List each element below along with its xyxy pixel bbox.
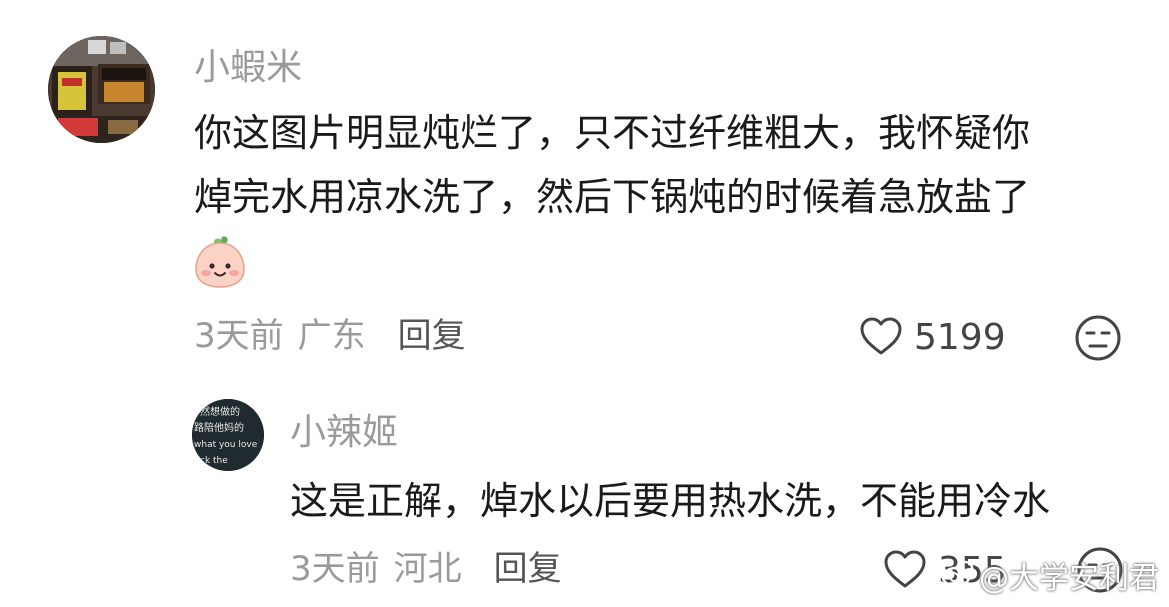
comment-line: 你这图片明显炖烂了，只不过纤维粗大，我怀疑你 (194, 111, 1031, 155)
comment-meta: 3天前 广东 回复 (194, 316, 466, 356)
heart-outline-icon (882, 548, 928, 594)
heart-outline-icon (858, 315, 904, 361)
author-name[interactable]: 小蝦米 (194, 48, 302, 88)
reply-button[interactable]: 回复 (494, 549, 562, 589)
reply-body: 这是正解，焯水以后要用热水洗，不能用冷水 (290, 479, 1051, 523)
avatar-photo (48, 36, 155, 143)
comment-line: 焯完水用凉水洗了，然后下锅炖的时候着急放盐了 (194, 175, 1031, 219)
comment-body: 你这图片明显炖烂了，只不过纤维粗大，我怀疑你 焯完水用凉水洗了，然后下锅炖的时候… (194, 101, 1134, 229)
avatar-photo: 然想做的 路陪他妈的 what you love ck the (192, 399, 264, 471)
comment-location: 广东 (297, 316, 366, 356)
like-count: 5199 (914, 317, 1006, 358)
reply-location: 河北 (393, 549, 462, 589)
avatar[interactable]: 然想做的 路陪他妈的 what you love ck the (192, 399, 264, 471)
reply-meta: 3天前 河北 回复 (290, 549, 562, 589)
author-name[interactable]: 小辣姬 (290, 413, 398, 453)
avatar-text: ck the (200, 456, 228, 466)
reply-button[interactable]: 回复 (398, 316, 466, 356)
meh-face-icon[interactable] (1074, 314, 1122, 366)
avatar-text: 然想做的 (200, 405, 240, 418)
avatar-text: 路陪他妈的 (194, 421, 244, 434)
avatar-text: what you love (194, 440, 258, 450)
watermark: @大学安利君 (941, 558, 1159, 599)
comment-time: 3天前 (194, 316, 284, 356)
weibo-logo-icon (941, 558, 975, 599)
like-button[interactable]: 5199 (858, 315, 1006, 361)
avatar[interactable] (48, 36, 155, 143)
watermark-text: @大学安利君 (979, 560, 1159, 596)
comment-thread: 小蝦米 你这图片明显炖烂了，只不过纤维粗大，我怀疑你 焯完水用凉水洗了，然后下锅… (0, 0, 1169, 607)
peach-smile-emoji (192, 233, 248, 289)
reply-time: 3天前 (290, 549, 380, 589)
